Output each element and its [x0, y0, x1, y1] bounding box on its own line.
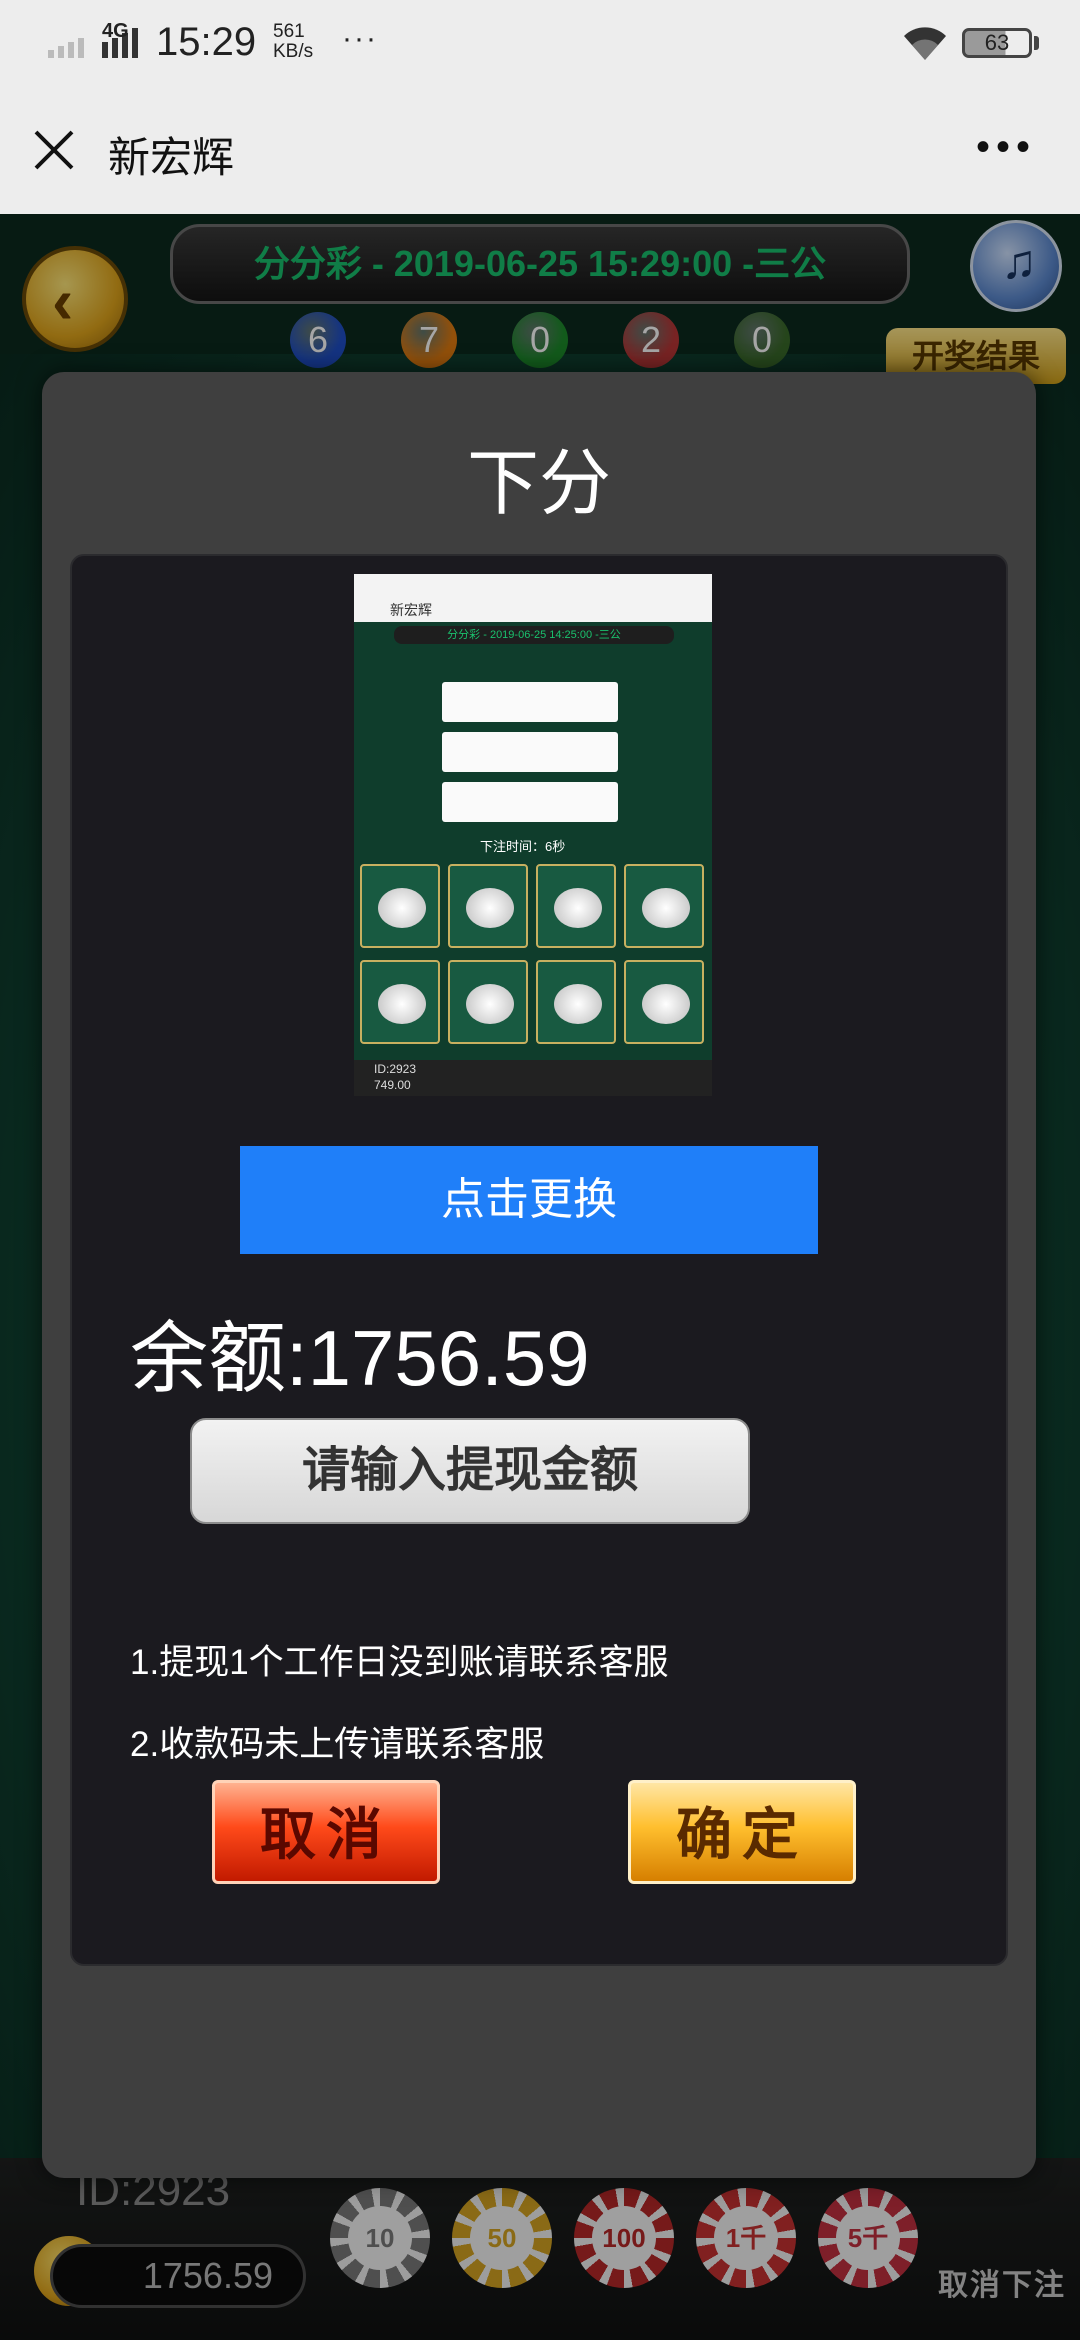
thumb-card-row — [442, 782, 618, 822]
net-speed-value: 561 — [273, 21, 305, 42]
cancel-button[interactable]: 取消 — [212, 1780, 440, 1884]
note-1: 1.提现1个工作日没到账请联系客服 — [130, 1643, 669, 1682]
dialog-panel: 新宏辉 分分彩 - 2019-06-25 14:25:00 -三公 下注时间：6… — [70, 554, 1008, 1966]
status-bar: 4G 15:29 561 KB/s ··· 63 — [0, 0, 1080, 88]
confirm-button[interactable]: 确定 — [628, 1780, 856, 1884]
thumb-id: ID:2923 — [374, 1062, 417, 1076]
title-bar: 新宏辉 ••• — [0, 88, 1080, 214]
thumb-bet-time: 下注时间：6秒 — [480, 839, 566, 854]
page-title: 新宏辉 — [108, 134, 235, 181]
thumb-bet-cell — [448, 960, 528, 1044]
thumb-bet-cell — [624, 960, 704, 1044]
dialog-title: 下分 — [466, 444, 611, 524]
close-icon[interactable] — [32, 128, 76, 172]
net-speed-unit: KB/s — [273, 41, 314, 62]
more-icon[interactable]: ••• — [976, 127, 1036, 167]
balance-label: 余额:1756.59 — [130, 1314, 590, 1402]
battery-tip — [1034, 36, 1039, 50]
payment-code-image: 新宏辉 分分彩 - 2019-06-25 14:25:00 -三公 下注时间：6… — [354, 574, 712, 1096]
withdraw-amount-input[interactable]: 请输入提现金额 — [190, 1418, 750, 1524]
status-more: ··· — [342, 22, 378, 55]
thumb-bet-cell — [624, 864, 704, 948]
thumb-card-row — [442, 682, 618, 722]
thumb-bottom: ID:2923 749.00 — [354, 1060, 712, 1096]
thumb-bet-cell — [448, 864, 528, 948]
note-2: 2.收款码未上传请联系客服 — [130, 1725, 545, 1764]
network-type: 4G — [102, 20, 129, 42]
thumb-bet-cell — [360, 864, 440, 948]
battery-icon: 63 — [962, 28, 1032, 58]
thumb-header: 新宏辉 — [354, 574, 712, 622]
change-image-button[interactable]: 点击更换 — [240, 1146, 818, 1254]
withdraw-dialog: 下分 新宏辉 分分彩 - 2019-06-25 14:25:00 -三公 下注时… — [42, 372, 1036, 2178]
clock: 15:29 — [156, 20, 257, 64]
thumb-bet-cell — [360, 960, 440, 1044]
thumb-game-title: 分分彩 - 2019-06-25 14:25:00 -三公 — [394, 626, 674, 644]
signal-icon — [48, 28, 138, 58]
thumb-app-title: 新宏辉 — [390, 602, 432, 618]
thumb-balance: 749.00 — [374, 1078, 411, 1092]
withdraw-notes: 1.提现1个工作日没到账请联系客服 2.收款码未上传请联系客服 — [130, 1622, 669, 1786]
wifi-icon — [904, 27, 946, 60]
thumb-card-row — [442, 732, 618, 772]
thumb-bet-cell — [536, 960, 616, 1044]
net-speed: 561 KB/s — [273, 22, 313, 62]
thumb-bet-cell — [536, 864, 616, 948]
